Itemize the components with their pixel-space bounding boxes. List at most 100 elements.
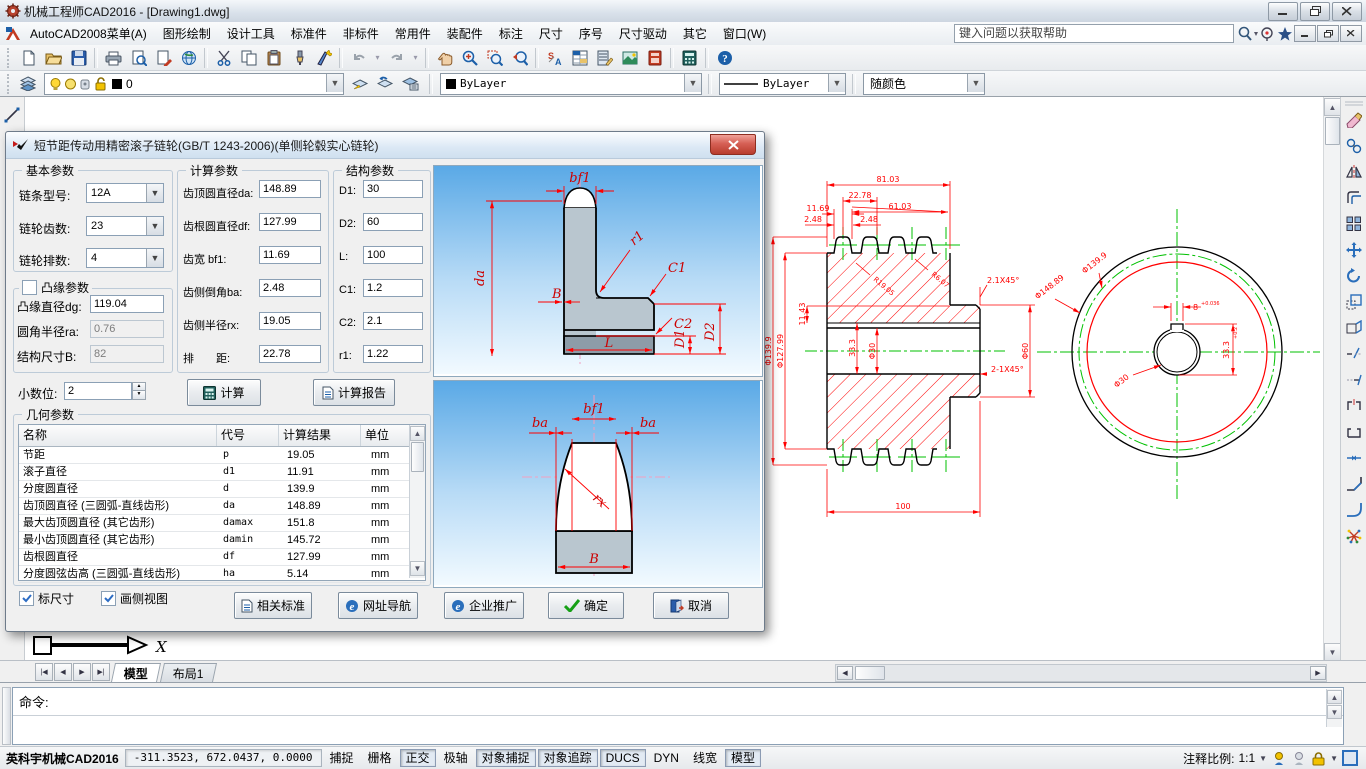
horizontal-scrollbar[interactable]: ◀ ▶ (835, 664, 1327, 682)
menu-other[interactable]: 其它 (675, 22, 715, 45)
rx-input[interactable] (259, 312, 321, 330)
drawing-canvas-area[interactable]: 81.03 61.03 22.78 11.69 2.48 2.48 Φ139.9… (0, 97, 1366, 660)
scroll-down-button[interactable]: ▼ (1324, 643, 1341, 660)
toolbar-grip[interactable] (1344, 101, 1363, 107)
array-icon[interactable] (1342, 212, 1366, 236)
menu-window[interactable]: 窗口(W) (715, 22, 774, 45)
command-history[interactable]: 命令: ▲ ▼ (12, 687, 1344, 745)
match-properties-icon[interactable] (286, 46, 311, 70)
plot-preview-icon[interactable] (126, 46, 151, 70)
minimize-button[interactable] (1268, 1, 1298, 21)
menu-design-tools[interactable]: 设计工具 (219, 22, 283, 45)
table-scrollbar[interactable]: ▲ ▼ (409, 425, 425, 578)
menu-autocad2008[interactable]: AutoCAD2008菜单(A) (22, 22, 155, 45)
dialog-close-button[interactable] (710, 134, 756, 155)
publish-icon[interactable] (151, 46, 176, 70)
scale-icon[interactable] (1342, 290, 1366, 314)
mdi-minimize-button[interactable] (1294, 25, 1316, 42)
cad-drawing[interactable]: 81.03 61.03 22.78 11.69 2.48 2.48 Φ139.9… (765, 117, 1323, 657)
report-button[interactable]: 计算报告 (313, 379, 395, 406)
copy-icon[interactable] (1342, 134, 1366, 158)
tab-model[interactable]: 模型 (110, 662, 162, 682)
color-combo[interactable]: ByLayer ▼ (440, 72, 702, 95)
layer-manager-icon[interactable] (16, 72, 41, 96)
layer-combo[interactable]: 0 ▼ (44, 72, 344, 95)
erase-icon[interactable] (1342, 108, 1366, 132)
calculator-icon[interactable] (677, 46, 702, 70)
table-row[interactable]: 最大齿顶圆直径 (其它齿形) damax 151.8 mm (19, 515, 425, 532)
table-scroll-up[interactable]: ▲ (410, 426, 425, 441)
mdi-close-button[interactable] (1340, 25, 1362, 42)
menu-common-parts[interactable]: 常用件 (387, 22, 439, 45)
table-row[interactable]: 最小齿顶圆直径 (其它齿形) damin 145.72 mm (19, 532, 425, 549)
hscroll-right-button[interactable]: ▶ (1310, 666, 1326, 680)
menu-nonstandard-parts[interactable]: 非标件 (335, 22, 387, 45)
extend-icon[interactable] (1342, 368, 1366, 392)
command-input-line[interactable] (13, 716, 1343, 724)
lock-icon[interactable] (1311, 751, 1326, 766)
break-at-point-icon[interactable] (1342, 394, 1366, 418)
plot-icon[interactable] (101, 46, 126, 70)
flange-checkbox[interactable] (22, 280, 37, 295)
offset-icon[interactable] (1342, 186, 1366, 210)
tab-first-button[interactable]: |◀ (35, 663, 53, 681)
linetype-combo-arrow[interactable]: ▼ (828, 73, 845, 92)
scrollbar-thumb[interactable] (1325, 117, 1340, 145)
decimal-input[interactable] (64, 382, 132, 400)
fillet-icon[interactable] (1342, 498, 1366, 522)
redo-icon[interactable] (384, 46, 409, 70)
hscroll-left-button[interactable]: ◀ (837, 666, 853, 680)
properties-palette-icon[interactable] (592, 46, 617, 70)
vertical-scrollbar[interactable]: ▲ ▼ (1323, 97, 1341, 660)
cancel-button[interactable]: 取消 (653, 592, 729, 619)
row-count-combo[interactable]: 4 ▼ (86, 248, 164, 268)
restore-button[interactable] (1300, 1, 1330, 21)
related-standard-button[interactable]: 相关标准 (234, 592, 312, 619)
toggle-osnap[interactable]: 对象捕捉 (475, 749, 536, 767)
toggle-polar[interactable]: 极轴 (438, 749, 474, 767)
dim-checkbox[interactable] (19, 591, 34, 606)
favorites-star-icon[interactable] (1277, 26, 1293, 42)
sideview-checkbox[interactable] (101, 591, 116, 606)
design-center-icon[interactable] (617, 46, 642, 70)
decimal-spinner[interactable]: ▲ ▼ (132, 382, 146, 400)
layer-states-icon[interactable] (398, 72, 423, 96)
menu-serial[interactable]: 序号 (571, 22, 611, 45)
layer-combo-arrow[interactable]: ▼ (326, 73, 343, 92)
command-scrollbar[interactable]: ▲ ▼ (1326, 689, 1342, 727)
layer-previous-icon[interactable] (373, 72, 398, 96)
linetype-combo[interactable]: ByLayer ▼ (719, 72, 846, 95)
toggle-lineweight[interactable]: 线宽 (687, 749, 723, 767)
table-row[interactable]: 节距 p 19.05 mm (19, 447, 425, 464)
coordinates-display[interactable]: -311.3523, 672.0437, 0.0000 (124, 749, 322, 767)
menu-standard-parts[interactable]: 标准件 (283, 22, 335, 45)
explode-icon[interactable] (1342, 524, 1366, 548)
tab-last-button[interactable]: ▶| (92, 663, 110, 681)
r1-input[interactable] (363, 345, 423, 363)
lineweight-combo-arrow[interactable]: ▼ (967, 73, 984, 92)
tab-next-button[interactable]: ▶ (73, 663, 91, 681)
teeth-count-combo[interactable]: 23 ▼ (86, 216, 164, 236)
search-icon[interactable] (1237, 26, 1259, 42)
comm-center-icon[interactable] (1259, 26, 1275, 42)
open-file-icon[interactable] (41, 46, 66, 70)
flange-dg-input[interactable] (90, 295, 164, 313)
c1-input[interactable] (363, 279, 423, 297)
hscroll-thumb[interactable] (855, 666, 885, 680)
pan-icon[interactable] (432, 46, 457, 70)
l-input[interactable] (363, 246, 423, 264)
da-input[interactable] (259, 180, 321, 198)
layer-translate-icon[interactable]: SA (542, 46, 567, 70)
annotation-scale-value[interactable]: 1:1 (1238, 751, 1255, 765)
table-row[interactable]: 分度圆弦齿高 (三圆弧-直线齿形) ha 5.14 mm (19, 566, 425, 583)
table-row[interactable]: 滚子直径 d1 11.91 mm (19, 464, 425, 481)
flange-checkbox-row[interactable]: 凸缘参数 (19, 279, 93, 296)
calculate-button[interactable]: 计算 (187, 379, 261, 406)
menu-dim-drive[interactable]: 尺寸驱动 (611, 22, 675, 45)
undo-icon[interactable] (346, 46, 371, 70)
trim-icon[interactable] (1342, 342, 1366, 366)
quick-select-icon[interactable] (311, 46, 336, 70)
chain-type-combo[interactable]: 12A ▼ (86, 183, 164, 203)
sideview-checkbox-row[interactable]: 画侧视图 (101, 590, 168, 607)
chamfer-icon[interactable] (1342, 472, 1366, 496)
